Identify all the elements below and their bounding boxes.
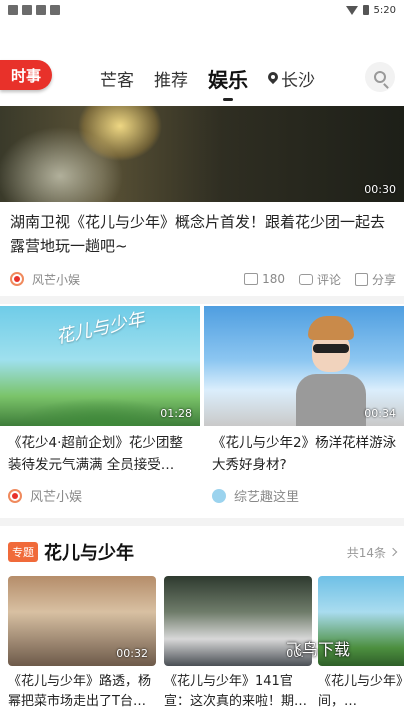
topic-header: 专题 花儿与少年 共14条 xyxy=(8,539,398,565)
like-count: 180 xyxy=(262,272,285,286)
card-source[interactable]: 风芒小娱 xyxy=(8,486,82,505)
action-bar: 180 评论 分享 xyxy=(244,271,396,288)
share-icon xyxy=(354,272,368,286)
card-title[interactable]: 《花少4·超前企划》花少团整装待发元气满满 全员接受… xyxy=(8,432,196,476)
thumbs-up-icon xyxy=(244,273,259,285)
topic-video-title[interactable]: 《花儿与少年》路透，杨幂把菜市场走出了T台… xyxy=(8,672,156,712)
video-thumbnail[interactable]: 花儿与少年 01:28 xyxy=(0,306,200,426)
tab-recommend[interactable]: 推荐 xyxy=(154,64,188,92)
topic-title[interactable]: 花儿与少年 xyxy=(44,539,134,565)
hero-video-thumbnail[interactable]: 00:30 xyxy=(0,106,404,202)
source-avatar-icon xyxy=(212,488,226,503)
clock: 5:20 xyxy=(373,4,396,16)
topic-video-title[interactable]: 《花儿与少年》141官宣：这次真的来啦！期… xyxy=(164,672,312,712)
share-button[interactable]: 分享 xyxy=(354,271,396,288)
source-avatar-icon xyxy=(10,272,24,286)
video-card[interactable]: 00:34 《花儿与少年2》杨洋花样游泳大秀好身材? 综艺趣这里 xyxy=(204,306,404,505)
tab-location[interactable]: 长沙 xyxy=(268,64,315,92)
status-right: 5:20 xyxy=(345,4,396,16)
wifi-icon xyxy=(345,5,358,15)
notification-icon xyxy=(36,5,46,15)
show-logo-art: 花儿与少年 xyxy=(54,308,147,349)
video-thumbnail[interactable]: 00:32 xyxy=(8,576,156,666)
video-duration: 00:30 xyxy=(364,183,396,196)
section-divider xyxy=(0,296,404,304)
watermark: 飞鸟下载 xyxy=(286,640,351,659)
source-name: 风芒小娱 xyxy=(30,490,83,505)
comment-label: 评论 xyxy=(316,272,341,287)
location-pin-icon xyxy=(268,72,278,85)
topic-video-title[interactable]: 《花儿与少年》41秒的时间，… xyxy=(318,672,404,712)
like-button[interactable]: 180 xyxy=(244,272,285,286)
card-title[interactable]: 《花儿与少年2》杨洋花样游泳大秀好身材? xyxy=(212,432,400,476)
video-duration: 00:32 xyxy=(116,647,148,660)
topic-count: 共14条 xyxy=(346,545,386,560)
topic-video-item[interactable]: 00:32 《花儿与少年》路透，杨幂把菜市场走出了T台… xyxy=(8,576,156,712)
search-icon xyxy=(374,71,386,83)
notification-icon xyxy=(8,5,18,15)
comment-button[interactable]: 评论 xyxy=(298,271,341,288)
comment-icon xyxy=(298,273,313,285)
notification-icon xyxy=(22,5,32,15)
video-duration: 00:34 xyxy=(364,407,396,420)
tab-mangke[interactable]: 芒客 xyxy=(100,64,134,92)
person-illustration xyxy=(296,316,366,426)
status-bar: 5:20 xyxy=(0,0,404,20)
notification-icons xyxy=(8,5,60,15)
topic-more-link[interactable]: 共14条 xyxy=(346,544,398,561)
hero-meta: 风芒小娱 180 评论 分享 xyxy=(10,268,396,290)
hot-news-badge[interactable]: 时事 xyxy=(0,60,52,90)
source-name[interactable]: 风芒小娱 xyxy=(32,271,80,288)
chevron-right-icon xyxy=(388,547,398,557)
share-label: 分享 xyxy=(371,272,396,287)
video-thumbnail[interactable]: 00:34 xyxy=(204,306,404,426)
location-label: 长沙 xyxy=(281,70,315,91)
topic-tag: 专题 xyxy=(8,542,38,562)
video-duration: 01:28 xyxy=(160,407,192,420)
hero-title[interactable]: 湖南卫视《花儿与少年》概念片首发！跟着花少团一起去露营地玩一趟吧~ xyxy=(10,210,396,258)
source-name: 综艺趣这里 xyxy=(234,490,300,505)
battery-icon xyxy=(362,5,369,15)
notification-icon xyxy=(50,5,60,15)
top-header: 时事 芒客 推荐 娱乐 长沙 xyxy=(0,52,404,102)
card-source[interactable]: 综艺趣这里 xyxy=(212,486,299,505)
video-card[interactable]: 花儿与少年 01:28 《花少4·超前企划》花少团整装待发元气满满 全员接受… … xyxy=(0,306,200,505)
source-avatar-icon xyxy=(8,488,22,503)
tab-entertainment[interactable]: 娱乐 xyxy=(208,64,248,92)
section-divider xyxy=(0,518,404,526)
search-button[interactable] xyxy=(365,62,395,92)
channel-tabs: 芒客 推荐 娱乐 长沙 xyxy=(100,64,335,92)
